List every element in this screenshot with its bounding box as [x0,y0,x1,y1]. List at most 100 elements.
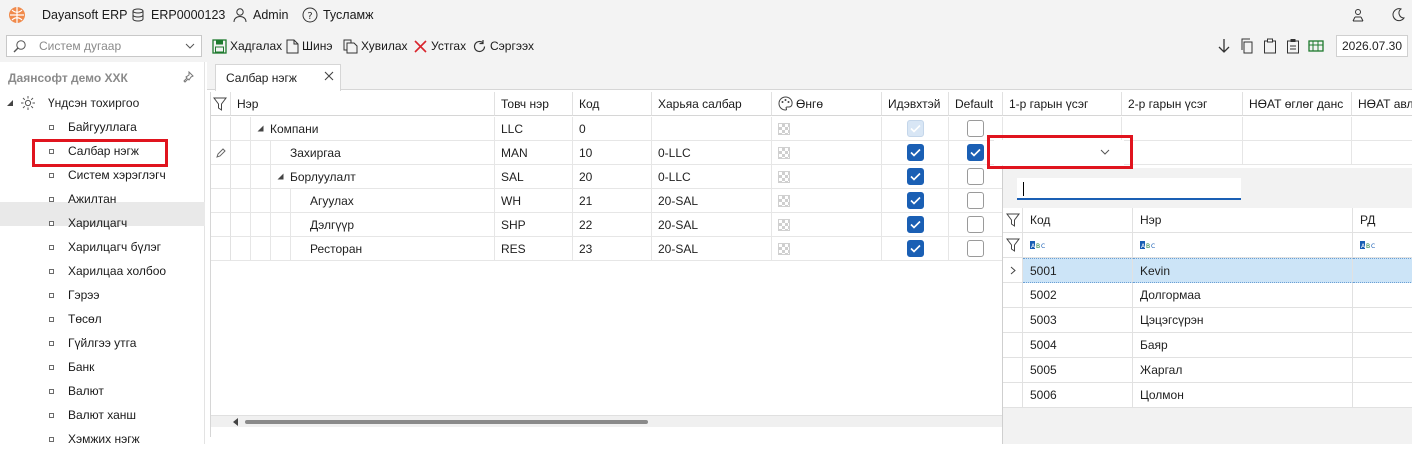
empty-cell[interactable] [1243,117,1352,141]
popup-name-cell[interactable]: Долгормаа [1133,283,1353,308]
popup-list-item[interactable]: 5006 Цолмон [1003,383,1412,408]
popup-name-cell[interactable]: Цолмон [1133,383,1353,408]
sidebar-item[interactable]: Валют ханш [49,404,136,426]
expand-arrow-icon[interactable] [271,173,289,180]
scroll-left-icon[interactable] [233,418,239,426]
active-checkbox[interactable] [906,240,924,257]
table-row[interactable]: Дэлгүүр SHP 22 20-SAL [211,212,1003,237]
short-cell[interactable]: LLC [495,117,573,141]
row-header[interactable] [211,189,231,213]
name-cell[interactable]: Дэлгүүр [231,212,495,237]
popup-filter-cell[interactable]: ABC [1353,233,1412,258]
scrollbar-thumb[interactable] [245,420,648,424]
code-cell[interactable]: 22 [573,213,652,237]
popup-search-input[interactable] [1017,178,1241,200]
popup-name-cell[interactable]: Баяр [1133,333,1353,358]
column-header[interactable]: Өнгө [772,92,882,116]
table-row[interactable]: Агуулах WH 21 20-SAL [211,188,1003,213]
active-cell[interactable] [882,189,949,213]
copy-doc-icon[interactable] [1238,36,1256,56]
default-cell[interactable] [949,237,1003,261]
color-cell[interactable] [772,165,882,189]
popup-code-cell[interactable]: 5006 [1023,383,1133,408]
sidebar-item[interactable]: Банк [49,356,94,378]
popup-code-cell[interactable]: 5003 [1023,308,1133,333]
popup-row-header[interactable] [1003,258,1023,283]
parent-cell[interactable]: 0-LLC [652,165,772,189]
empty-cell[interactable] [1122,141,1243,165]
short-cell[interactable]: RES [495,237,573,261]
code-cell[interactable]: 21 [573,189,652,213]
popup-name-cell[interactable]: Цэцэгсүрэн [1133,308,1353,333]
code-cell[interactable]: 0 [573,117,652,141]
parent-cell[interactable]: 20-SAL [652,189,772,213]
short-cell[interactable]: SHP [495,213,573,237]
color-cell[interactable] [772,213,882,237]
popup-row-header[interactable] [1003,308,1023,333]
short-cell[interactable]: MAN [495,141,573,165]
name-cell[interactable]: Захиргаа [231,140,495,165]
row-header[interactable] [211,213,231,237]
row-header[interactable] [211,165,231,189]
popup-name-cell[interactable]: Жаргал [1133,358,1353,383]
filter-icon[interactable] [211,92,231,116]
popup-row-header[interactable] [1003,358,1023,383]
sidebar-item[interactable]: Гүйлгээ утга [49,332,136,354]
default-checkbox[interactable] [967,240,984,257]
popup-row-header[interactable] [1003,383,1023,408]
column-header[interactable]: Default [949,92,1003,116]
sidebar-item[interactable]: Систем хэрэглэгч [49,164,166,186]
color-cell[interactable] [772,237,882,261]
popup-list-item[interactable]: 5003 Цэцэгсүрэн [1003,308,1412,333]
close-icon[interactable] [324,71,334,81]
color-cell[interactable] [772,189,882,213]
default-checkbox[interactable] [967,192,984,209]
empty-cell[interactable] [1243,141,1352,165]
user-settings-icon[interactable] [1350,0,1366,30]
popup-filter-cell[interactable]: ABC [1133,233,1353,258]
active-cell[interactable] [882,141,949,165]
date-field[interactable]: 2026.07.30 [1336,35,1408,57]
default-checkbox[interactable] [967,216,984,233]
popup-column-header[interactable]: Нэр [1133,208,1353,233]
empty-cell[interactable] [1352,141,1412,165]
popup-filter-icon[interactable] [1003,208,1023,233]
parent-cell[interactable]: 20-SAL [652,213,772,237]
excel-export-icon[interactable] [1307,36,1325,56]
default-cell[interactable] [949,213,1003,237]
column-header[interactable]: Идэвхтэй [882,92,949,116]
parent-cell[interactable]: 20-SAL [652,237,772,261]
active-cell[interactable] [882,117,949,141]
name-cell[interactable]: Ресторан [231,236,495,261]
row-header[interactable] [211,237,231,261]
parent-cell[interactable]: 0-LLC [652,141,772,165]
empty-cell[interactable] [1122,117,1243,141]
download-icon[interactable] [1215,36,1233,56]
popup-filter-row-icon[interactable] [1003,233,1023,258]
table-row[interactable]: Ресторан RES 23 20-SAL [211,236,1003,261]
sidebar-item[interactable]: Хэмжих нэгж [49,428,140,450]
sidebar-item[interactable]: Гэрээ [49,284,100,306]
code-cell[interactable]: 23 [573,237,652,261]
table-row[interactable]: Компани LLC 0 [211,116,1003,141]
sidebar-root-settings[interactable]: Үндсэн тохиргоо [6,95,139,111]
sidebar-item[interactable]: Валют [49,380,104,402]
sidebar-item[interactable]: Харилцаа холбоо [49,260,166,282]
popup-list-item[interactable]: 5001 Kevin [1003,258,1412,283]
color-cell[interactable] [772,117,882,141]
row-header[interactable] [211,141,231,165]
sidebar-item[interactable]: Төсөл [49,308,102,330]
sidebar-item[interactable]: Байгууллага [49,116,137,138]
name-cell[interactable]: Агуулах [231,188,495,213]
paste-icon[interactable] [1261,36,1279,56]
popup-row-header[interactable] [1003,333,1023,358]
popup-filter-cell[interactable]: ABC [1023,233,1133,258]
popup-rd-cell[interactable] [1353,308,1412,333]
new-button[interactable]: Шинэ [286,35,332,57]
column-header[interactable]: Товч нэр [495,92,573,116]
column-header[interactable]: Код [573,92,652,116]
popup-column-header[interactable]: Код [1023,208,1133,233]
popup-list-item[interactable]: 5005 Жаргал [1003,358,1412,383]
active-checkbox[interactable] [906,216,924,233]
popup-column-header[interactable]: РД [1353,208,1412,233]
